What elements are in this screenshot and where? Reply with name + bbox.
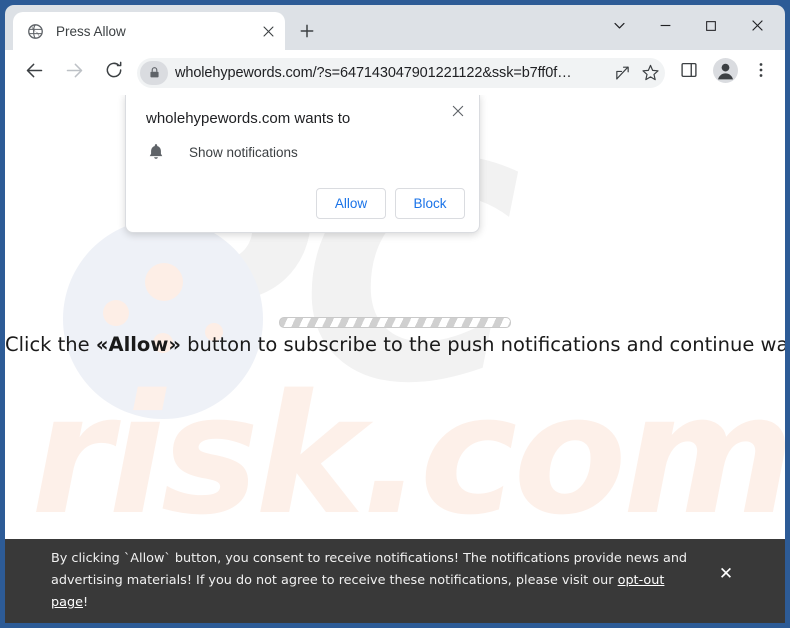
browser-window: Press Allow wholehypewords.com/?s=647143… [0, 0, 790, 628]
arrow-right-icon [64, 60, 85, 86]
maximize-icon [705, 19, 717, 37]
headline-prefix: Click the [5, 333, 96, 356]
consent-banner-close-button[interactable]: ✕ [715, 563, 737, 585]
allow-button[interactable]: Allow [316, 188, 386, 219]
close-window-button[interactable] [734, 10, 780, 46]
reload-button[interactable] [99, 58, 129, 88]
side-panel-icon [680, 61, 698, 84]
watermark-dot [145, 263, 183, 301]
consent-banner-text: By clicking `Allow` button, you consent … [51, 548, 691, 614]
consent-text-after-link: ! [82, 595, 89, 610]
permission-row: Show notifications [146, 142, 298, 162]
page-viewport: PC risk.com Click the «Allow» button to … [5, 95, 785, 623]
window-controls [596, 10, 780, 54]
tab-title: Press Allow [56, 23, 126, 39]
watermark-dot [103, 300, 129, 326]
permission-dialog-close-button[interactable] [446, 101, 470, 125]
headline-suffix: button to subscribe to the push notifica… [180, 333, 785, 356]
page-headline: Click the «Allow» button to subscribe to… [5, 333, 785, 356]
address-bar[interactable]: wholehypewords.com/?s=647143047901221122… [137, 57, 665, 88]
profile-button[interactable] [709, 57, 741, 89]
back-button[interactable] [19, 58, 49, 88]
watermark-risk: risk.com [31, 359, 785, 551]
reload-icon [104, 60, 124, 85]
close-icon [751, 19, 764, 37]
consent-text-before-link: By clicking `Allow` button, you consent … [51, 551, 688, 588]
chevron-down-icon [613, 19, 626, 37]
headline-emphasis: «Allow» [95, 333, 181, 356]
lock-icon[interactable] [140, 60, 168, 85]
permission-label: Show notifications [189, 144, 298, 160]
block-button[interactable]: Block [395, 188, 465, 219]
close-icon [452, 104, 464, 122]
minimize-button[interactable] [642, 10, 688, 46]
close-icon: ✕ [718, 563, 734, 584]
permission-dialog-title: wholehypewords.com wants to [146, 110, 351, 127]
new-tab-button[interactable] [293, 19, 321, 47]
plus-icon [300, 24, 314, 43]
globe-icon [27, 23, 44, 40]
maximize-button[interactable] [688, 10, 734, 46]
minimize-icon [659, 19, 672, 37]
arrow-left-icon [24, 60, 45, 86]
bell-icon [146, 142, 166, 162]
tab-close-icon[interactable] [256, 19, 280, 43]
three-dot-menu-icon [752, 61, 770, 84]
browser-toolbar: wholehypewords.com/?s=647143047901221122… [5, 50, 785, 95]
profile-avatar-icon [712, 57, 738, 88]
browser-tab[interactable]: Press Allow [13, 12, 285, 50]
browser-menu-button[interactable] [745, 57, 777, 89]
share-icon[interactable] [609, 60, 635, 86]
side-panel-button[interactable] [673, 57, 705, 89]
url-text: wholehypewords.com/?s=647143047901221122… [175, 64, 572, 81]
permission-dialog-buttons: Allow Block [316, 188, 465, 219]
star-icon[interactable] [637, 60, 663, 86]
loading-progress-bar [279, 317, 511, 328]
forward-button[interactable] [59, 58, 89, 88]
tab-search-button[interactable] [596, 10, 642, 46]
notification-permission-dialog: wholehypewords.com wants to Show notific… [125, 95, 480, 233]
tab-strip: Press Allow [5, 5, 785, 50]
consent-banner: By clicking `Allow` button, you consent … [5, 539, 785, 623]
